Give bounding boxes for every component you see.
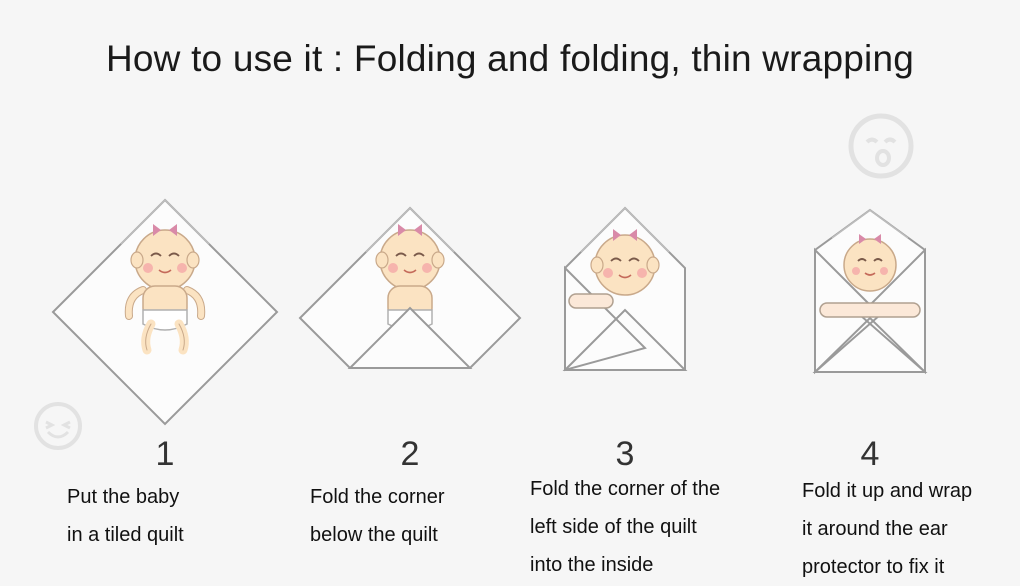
step-caption: Fold the corner below the quilt [310,486,445,546]
left-side-folded-illustration [562,206,688,372]
step-caption: Fold it up and wrap it around the ear pr… [802,480,973,578]
wrapped-and-fixed-illustration [812,208,928,375]
ear-protector-strap [568,293,614,309]
bottom-corner-folded-illustration [298,206,522,369]
step-caption: Put the baby in a tiled quilt [67,486,184,546]
step-3: 3 Fold the corner of the left side of th… [505,0,745,586]
step-number: 3 [615,435,635,473]
ear-protector-strap [819,302,921,318]
step-number: 4 [860,435,880,473]
step-2: 2 Fold the corner below the quilt [290,0,530,586]
baby-on-quilt-illustration [51,198,279,426]
step-number: 2 [400,435,420,473]
step-1: 1 Put the baby in a tiled quilt [45,0,285,586]
step-number: 1 [155,435,175,473]
step-4: 4 Fold it up and wrap it around the ear … [750,0,990,586]
step-caption: Fold the corner of the left side of the … [530,478,721,576]
